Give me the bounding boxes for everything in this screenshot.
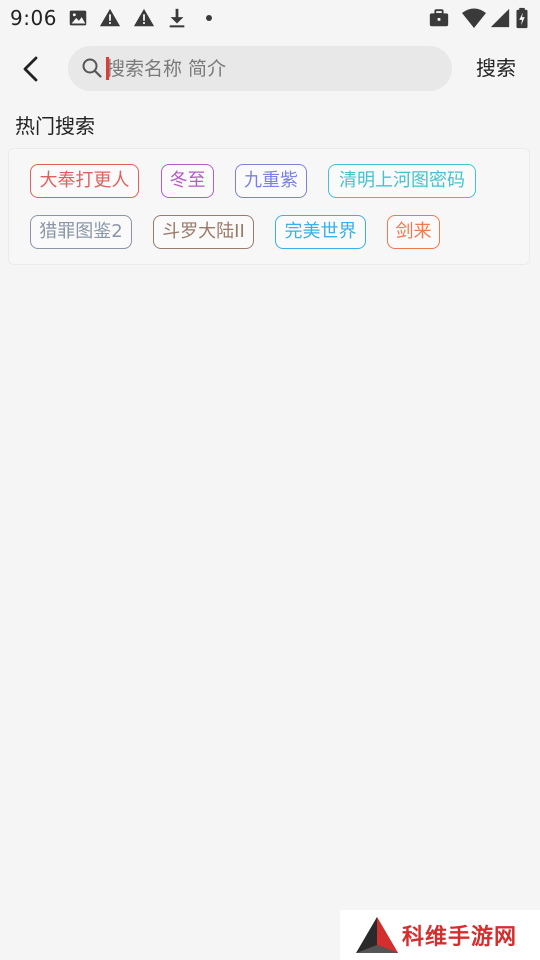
briefcase-icon: [428, 7, 450, 29]
signal-icon: [489, 7, 511, 29]
battery-icon: [515, 7, 529, 29]
back-button[interactable]: [14, 52, 48, 86]
hot-search-panel: 大奉打更人 冬至 九重紫 清明上河图密码 猎罪图鉴2 斗罗大陆II 完美世界 剑…: [8, 148, 530, 265]
status-bar: 9:06: [0, 0, 540, 36]
download-icon: [166, 7, 188, 29]
hot-tag[interactable]: 完美世界: [275, 215, 366, 249]
chevron-left-icon: [23, 56, 38, 82]
hot-tag[interactable]: 大奉打更人: [30, 164, 139, 198]
watermark-text: 科维手游网: [402, 925, 518, 950]
watermark-logo-icon: [354, 915, 400, 955]
hot-tag[interactable]: 冬至: [161, 164, 214, 198]
hot-tag[interactable]: 清明上河图密码: [328, 164, 476, 198]
warning-icon: [99, 7, 121, 29]
wifi-icon: [461, 7, 487, 29]
hot-tag[interactable]: 剑来: [387, 215, 440, 249]
hot-tag[interactable]: 猎罪图鉴2: [30, 215, 132, 249]
search-icon: [81, 57, 103, 79]
watermark: 科维手游网: [340, 910, 540, 960]
search-input[interactable]: [106, 46, 436, 91]
text-cursor: [106, 57, 109, 80]
hot-search-title: 热门搜索: [15, 114, 95, 138]
search-header: 搜索: [0, 40, 540, 98]
hot-tag[interactable]: 斗罗大陆II: [153, 215, 254, 249]
status-time: 9:06: [10, 6, 57, 30]
dot-icon: [206, 15, 212, 21]
search-button[interactable]: 搜索: [466, 50, 526, 86]
search-box[interactable]: [68, 46, 452, 91]
image-icon: [67, 7, 89, 29]
warning-icon: [133, 7, 155, 29]
hot-tag[interactable]: 九重紫: [235, 164, 307, 198]
